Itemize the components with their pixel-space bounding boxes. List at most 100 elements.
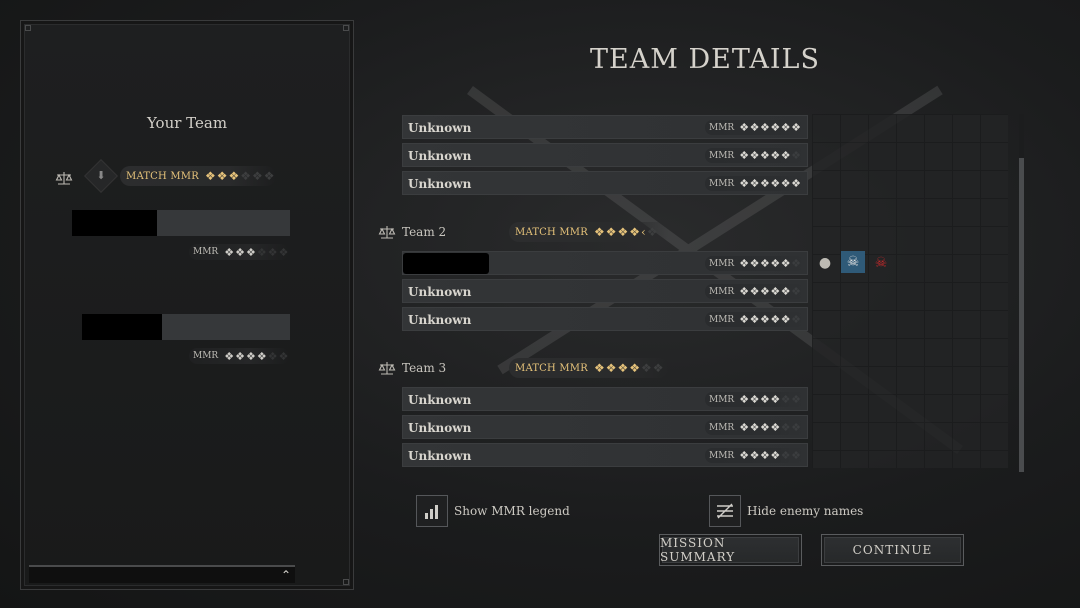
player-mmr: MMR ❖❖❖❖❖❖	[705, 176, 805, 191]
mmr-star: ❖	[749, 257, 760, 270]
player-mmr: MMR ❖❖❖❖❖❖	[705, 420, 805, 435]
mmr-star: ❖	[770, 449, 781, 462]
mmr-star: ❖	[770, 285, 781, 298]
team-player-row[interactable]: Unknown MMR ❖❖❖❖❖❖	[402, 415, 808, 439]
mmr-star: ❖	[739, 393, 750, 406]
player-name: Unknown	[408, 393, 472, 407]
mmr-star: ❖	[617, 361, 630, 375]
team-player-row[interactable]: Unknown MMR ❖❖❖❖❖❖	[402, 443, 808, 467]
mmr-stars: ❖❖❖❖❖❖	[739, 421, 801, 434]
team-2-header: Team 2	[378, 223, 446, 241]
hide-enemy-names-toggle[interactable]: Hide enemy names	[709, 495, 863, 527]
player-mmr: MMR ❖❖❖❖❖❖	[705, 284, 805, 299]
mmr-label: MMR	[193, 351, 219, 361]
mmr-star: ❖	[646, 225, 659, 239]
mmr-star: ❖	[791, 421, 802, 434]
teammate-row[interactable]	[72, 210, 290, 236]
team-list-scrollbar[interactable]	[1019, 114, 1024, 472]
mmr-star: ❖	[791, 393, 802, 406]
mmr-star: ❖	[228, 169, 241, 183]
team-3-header: Team 3	[378, 359, 446, 377]
mmr-star: ❖	[759, 121, 771, 134]
mmr-star: ❖	[749, 449, 760, 462]
skull-icon: ☠	[841, 251, 865, 273]
redacted-name	[82, 314, 162, 340]
mmr-star: ❖	[749, 393, 760, 406]
mmr-star: ❖	[759, 257, 771, 270]
mmr-star: ❖	[245, 349, 257, 363]
mmr-star: ❖	[749, 121, 760, 134]
mmr-star: ❖	[759, 177, 771, 190]
continue-button[interactable]: CONTINUE	[821, 534, 964, 566]
team-player-row[interactable]: MMR ❖❖❖❖❖❖	[402, 251, 808, 275]
mission-summary-button[interactable]: MISSION SUMMARY	[659, 534, 802, 566]
match-mmr-label: MATCH MMR	[515, 362, 588, 374]
show-mmr-legend-toggle[interactable]: Show MMR legend	[416, 495, 570, 527]
mmr-star: ❖	[204, 169, 217, 183]
mmr-star: ❖	[780, 449, 792, 462]
mmr-label: MMR	[709, 450, 735, 461]
match-mmr-label: MATCH MMR	[126, 170, 199, 182]
mmr-stars: ❖❖❖❖❖❖	[224, 350, 289, 363]
your-team-title: Your Team	[146, 114, 228, 132]
mmr-label: MMR	[709, 314, 735, 325]
mmr-label: MMR	[709, 422, 735, 433]
mmr-star: ❖	[749, 149, 760, 162]
mmr-star: ❖	[216, 169, 229, 183]
mmr-star: ❖	[267, 349, 279, 363]
mmr-label: MMR	[709, 150, 735, 161]
red-skull-icon: ☠	[874, 255, 888, 271]
panel-corner-ornament	[343, 579, 349, 585]
team-name: Team 2	[402, 225, 447, 239]
mmr-stars: ❖❖❖❖❖❖	[594, 361, 665, 375]
team-player-row[interactable]: Unknown MMR ❖❖❖❖❖❖	[402, 387, 808, 411]
team-player-row[interactable]: Unknown MMR ❖❖❖❖❖❖	[402, 171, 808, 195]
balance-scale-icon	[378, 225, 396, 239]
mmr-label: MMR	[193, 247, 219, 257]
mmr-stars: ❖❖❖❖❖❖	[739, 285, 801, 298]
redacted-name	[403, 253, 489, 274]
team-match-mmr: MATCH MMR ❖❖❖❖❖❖	[120, 166, 276, 186]
panel-scroll-track[interactable]: ⌃	[29, 565, 295, 583]
mmr-star: ❖	[759, 149, 771, 162]
mmr-star: ❖	[770, 313, 781, 326]
mmr-stars: ❖❖❖❖❖❖	[739, 393, 801, 406]
bar-chart-icon[interactable]	[416, 495, 448, 527]
teammate-mmr: MMR ❖❖❖❖❖❖	[189, 348, 289, 364]
player-mmr: MMR ❖❖❖❖❖❖	[705, 256, 805, 271]
scrollbar-thumb[interactable]	[1019, 158, 1024, 472]
team-player-row[interactable]: Unknown MMR ❖❖❖❖❖❖	[402, 279, 808, 303]
page-title: TEAM DETAILS	[590, 44, 820, 75]
team-player-row[interactable]: Unknown MMR ❖❖❖❖❖❖	[402, 307, 808, 331]
mmr-stars: ❖❖❖❖❖❖	[739, 177, 801, 190]
teammate-row[interactable]	[82, 314, 290, 340]
mmr-star: ❖	[749, 285, 760, 298]
mmr-star: ❖	[749, 313, 760, 326]
mmr-star: ❖	[780, 177, 792, 190]
mmr-star: ❖	[759, 393, 771, 406]
mmr-star: ❖	[739, 121, 750, 134]
team-player-row[interactable]: Unknown MMR ❖❖❖❖❖❖	[402, 143, 808, 167]
mmr-star: ❖	[791, 285, 802, 298]
mmr-star: ❖	[759, 285, 771, 298]
chevron-up-icon[interactable]: ⌃	[281, 568, 291, 582]
mmr-label: MMR	[709, 394, 735, 405]
mmr-star: ❖	[240, 169, 253, 183]
mmr-star: ❖	[780, 257, 792, 270]
strikethrough-list-icon[interactable]	[709, 495, 741, 527]
player-name: Unknown	[408, 421, 472, 435]
mmr-star: ❖	[791, 149, 802, 162]
redacted-name	[72, 210, 157, 236]
team-2-match-mmr: MATCH MMR ❖❖❖❖‹❖	[509, 222, 669, 242]
player-name: Unknown	[408, 177, 472, 191]
stats-grid	[812, 114, 1008, 468]
team-player-row[interactable]: Unknown MMR ❖❖❖❖❖❖	[402, 115, 808, 139]
player-name: Unknown	[408, 149, 472, 163]
mmr-star: ❖	[770, 257, 781, 270]
mmr-star: ❖	[235, 349, 246, 363]
player-mmr: MMR ❖❖❖❖❖❖	[705, 448, 805, 463]
mmr-star: ❖	[593, 361, 606, 375]
mmr-star: ❖	[791, 257, 802, 270]
panel-corner-ornament	[343, 25, 349, 31]
mmr-star: ❖	[770, 393, 781, 406]
